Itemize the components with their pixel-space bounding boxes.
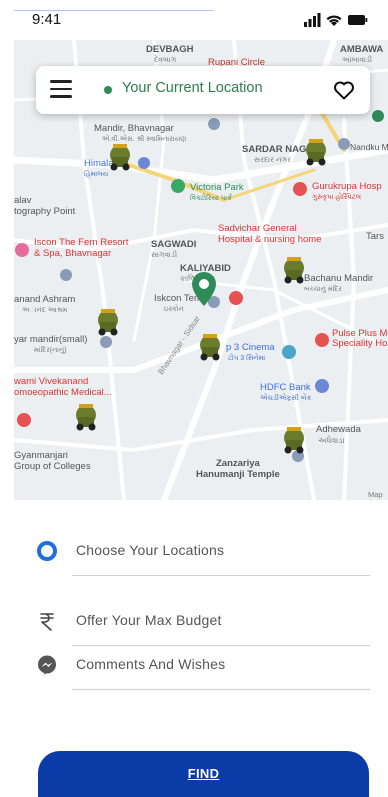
worker-marker-icon <box>76 404 96 431</box>
hospital-marker-icon <box>315 333 329 347</box>
wifi-icon <box>326 15 342 26</box>
max-budget-field[interactable]: Offer Your Max Budget <box>36 596 370 646</box>
place-marker-icon <box>60 269 72 281</box>
radio-icon <box>37 541 57 561</box>
budget-placeholder: Offer Your Max Budget <box>76 612 222 628</box>
place-label: Gurukrupa Hosp <box>312 181 382 192</box>
field-underline <box>72 689 370 690</box>
bank-marker-icon <box>315 379 329 393</box>
heart-icon[interactable] <box>332 78 356 102</box>
comments-field[interactable]: Comments And Wishes <box>36 640 370 690</box>
place-label: Zanzariya <box>216 458 261 469</box>
place-label: yar mandir(small) <box>14 334 87 345</box>
place-label: Adhewada <box>316 424 362 435</box>
place-label-local: એ.વી.એસ. શ્રી સ્વામિનારાયણ <box>102 134 186 143</box>
place-label: wami Vivekanand <box>14 376 88 387</box>
place-label: Sadvichar General <box>218 223 297 234</box>
place-label: Nandku Mahila <box>350 142 388 152</box>
place-label: alav <box>14 195 32 206</box>
place-label: Group of Colleges <box>14 461 91 472</box>
place-label: SAGWADI <box>151 239 196 250</box>
place-label: Hospital & nursing home <box>218 234 322 245</box>
worker-marker-icon <box>110 144 130 171</box>
place-marker-icon <box>208 118 220 130</box>
place-label-local: દેવબાગ <box>153 54 176 64</box>
park-marker-icon <box>171 179 185 193</box>
messenger-icon <box>38 655 56 675</box>
rupee-icon <box>40 613 54 631</box>
place-label: Gyanmanjari <box>14 450 68 461</box>
comments-placeholder: Comments And Wishes <box>76 656 226 672</box>
place-label: HDFC Bank <box>260 382 311 393</box>
place-label: tography Point <box>14 206 76 217</box>
locations-placeholder: Choose Your Locations <box>76 542 225 558</box>
worker-marker-icon <box>284 257 304 284</box>
cinema-marker-icon <box>282 345 296 359</box>
hospital-marker-icon <box>17 413 31 427</box>
worker-marker-icon <box>284 427 304 454</box>
status-time: 9:41 <box>32 11 62 28</box>
worker-marker-icon <box>306 139 326 166</box>
place-label: Hanumanji Temple <box>196 469 280 480</box>
place-label-local: અાનંદ આશ્રમ <box>22 306 67 314</box>
place-label-local: વિક્ટોરિયા પાર્ક <box>190 193 232 202</box>
place-marker-icon <box>138 157 150 169</box>
menu-icon[interactable] <box>50 80 72 100</box>
place-label: SARDAR NAG <box>242 144 306 155</box>
worker-marker-icon <box>200 334 220 361</box>
hotel-marker-icon <box>15 243 29 257</box>
place-label: Mandir, Bhavnagar <box>94 123 174 134</box>
signal-icon <box>304 13 321 27</box>
place-label: Victoria Park <box>190 182 244 193</box>
hospital-marker-icon <box>293 182 307 196</box>
battery-icon <box>348 15 368 25</box>
choose-locations-field[interactable]: Choose Your Locations <box>36 526 370 576</box>
place-label: Speciality Hos <box>332 338 388 349</box>
map-attribution: Map <box>368 490 383 499</box>
place-label: Iscon The Fern Resort <box>34 237 129 248</box>
place-label-local: આંબાવાડી <box>342 54 372 64</box>
place-label: omoeopathic Medical... <box>14 387 112 398</box>
place-label-local: ગુરુકૃપા હોસ્પિટલ <box>312 192 362 201</box>
place-marker-icon <box>372 110 384 122</box>
worker-marker-icon <box>98 309 118 336</box>
place-label: AMBAWA <box>340 44 383 55</box>
status-dot-icon <box>104 86 112 94</box>
place-label: anand Ashram <box>14 294 75 305</box>
place-label: Tars <box>366 231 384 242</box>
location-search-bar[interactable]: Your Current Location <box>36 66 370 114</box>
field-underline <box>72 575 370 576</box>
place-label-local: એચડીએફસી બેંક <box>260 393 311 402</box>
system-icons <box>304 13 368 27</box>
place-label: p 3 Cinema <box>226 342 275 353</box>
place-label-local: ટોપ 3 સિનેમા <box>228 353 266 362</box>
place-label-local: હિમાલય <box>84 169 109 178</box>
place-label: Bachanu Mandir <box>304 273 373 284</box>
find-button[interactable]: FIND <box>38 751 369 797</box>
place-label-local: સાગવાડી <box>151 250 177 259</box>
current-location-text[interactable]: Your Current Location <box>122 80 263 96</box>
place-label: & Spa, Bhavnagar <box>34 248 111 259</box>
place-label-local: ઇસ્કોન <box>164 304 184 313</box>
top-accent-line <box>14 10 214 11</box>
place-label-local: સરદાર નગર <box>254 155 291 164</box>
status-bar: 9:41 <box>0 0 388 40</box>
place-label: DEVBAGH <box>146 44 194 55</box>
place-marker-icon <box>338 138 350 150</box>
place-label-local: માંદિર(નાનું) <box>34 345 67 354</box>
place-marker-icon <box>100 336 112 348</box>
place-label-local: બચ્ચાનું મંદિર <box>304 284 342 293</box>
place-label: Iskcon Tem <box>154 293 202 304</box>
place-label-local: અધેવાડા <box>318 435 345 445</box>
hospital-marker-icon <box>229 291 243 305</box>
